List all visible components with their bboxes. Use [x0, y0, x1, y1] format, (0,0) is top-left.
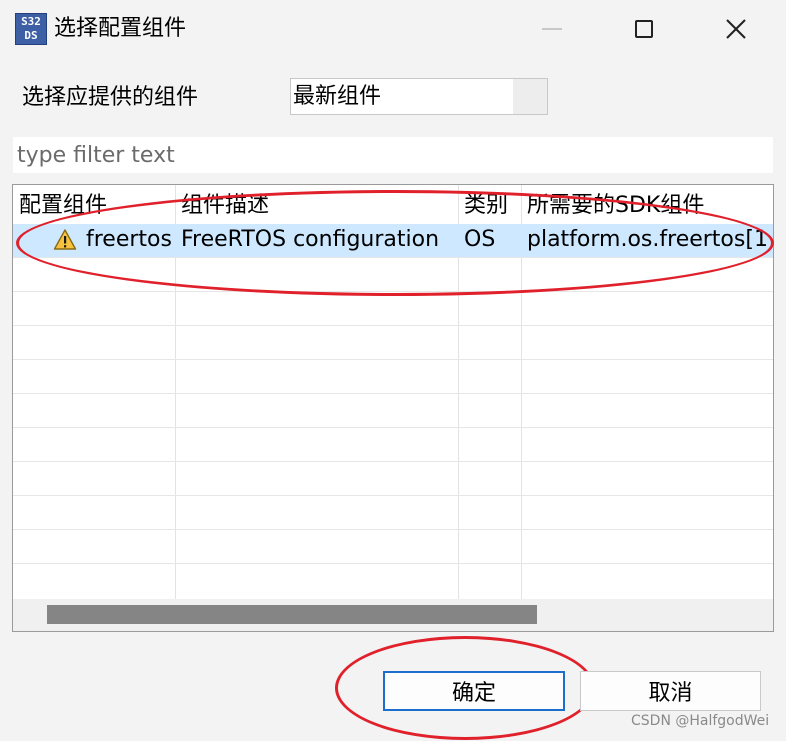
component-table: 配置组件 组件描述 类别 所需要的SDK组件 freertos FreeRTOS… — [12, 184, 774, 632]
row-divider — [13, 325, 773, 326]
column-header-sdk[interactable]: 所需要的SDK组件 — [527, 191, 704, 221]
component-source-label: 选择应提供的组件 — [22, 85, 199, 110]
app-icon-line-1: S32 — [21, 15, 41, 28]
row-divider — [13, 529, 773, 530]
warning-icon — [53, 229, 77, 250]
row-divider — [13, 495, 773, 496]
horizontal-scrollbar[interactable] — [13, 599, 773, 631]
scrollbar-thumb[interactable] — [47, 605, 537, 624]
row-divider — [13, 563, 773, 564]
maximize-button[interactable] — [618, 6, 670, 52]
table-row[interactable]: freertos FreeRTOS configuration OS platf… — [13, 224, 773, 257]
watermark: CSDN @HalfgodWei — [631, 713, 770, 729]
ok-button[interactable]: 确定 — [383, 671, 565, 711]
maximize-icon — [635, 20, 653, 38]
column-header-component[interactable]: 配置组件 — [19, 191, 107, 221]
title-bar: S32 DS 选择配置组件 — [0, 0, 786, 58]
dropdown-button[interactable] — [513, 79, 547, 114]
close-icon — [726, 19, 746, 39]
row-divider — [13, 359, 773, 360]
row-divider — [13, 461, 773, 462]
window-title: 选择配置组件 — [54, 16, 187, 41]
s32ds-app-icon: S32 DS — [15, 13, 47, 45]
component-source-value: 最新组件 — [293, 84, 382, 109]
filter-input[interactable] — [13, 137, 773, 173]
column-header-description[interactable]: 组件描述 — [181, 191, 269, 221]
row-divider — [13, 257, 773, 258]
cell-category: OS — [464, 227, 496, 252]
minimize-icon — [542, 28, 562, 30]
close-button[interactable] — [710, 6, 762, 52]
row-divider — [13, 427, 773, 428]
row-divider — [13, 393, 773, 394]
app-icon-line-2: DS — [24, 29, 38, 42]
minimize-button[interactable] — [526, 6, 578, 52]
cell-sdk: platform.os.freertos[1 — [527, 227, 768, 252]
cell-description: FreeRTOS configuration — [181, 227, 440, 252]
column-header-category[interactable]: 类别 — [464, 191, 508, 221]
component-source-select[interactable]: 最新组件 — [290, 78, 548, 115]
cell-component: freertos — [86, 227, 172, 252]
row-divider — [13, 291, 773, 292]
cancel-button[interactable]: 取消 — [580, 671, 761, 711]
